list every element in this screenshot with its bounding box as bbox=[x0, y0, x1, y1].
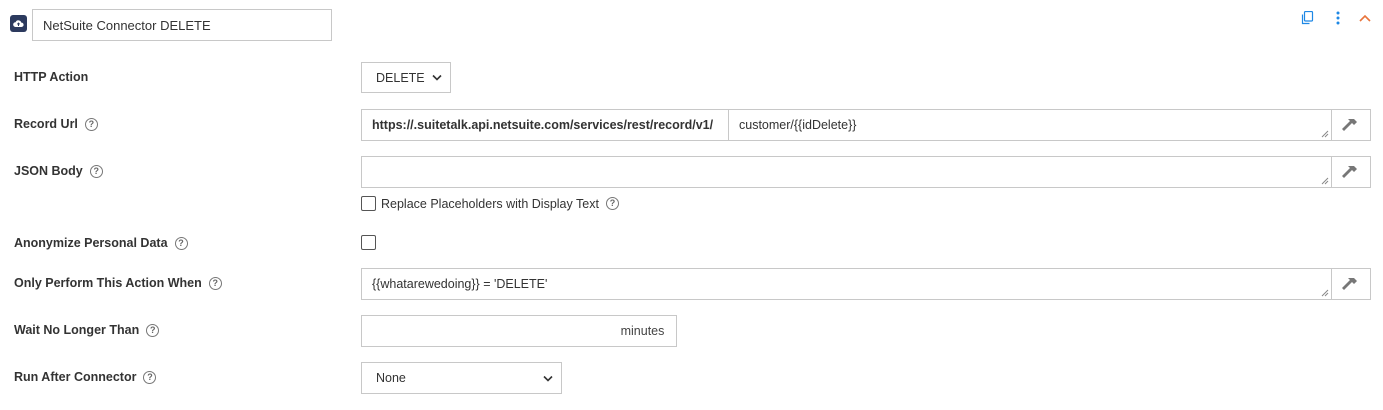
hammer-icon bbox=[1342, 278, 1357, 290]
placeholder-builder-button[interactable] bbox=[1332, 156, 1371, 188]
placeholder-builder-button[interactable] bbox=[1332, 109, 1371, 141]
hammer-icon bbox=[1342, 119, 1357, 131]
record-url-value: customer/{{idDelete}} bbox=[739, 118, 857, 132]
http-action-select[interactable]: DELETE bbox=[361, 62, 451, 93]
only-perform-input[interactable]: {{whatarewedoing}} = 'DELETE' bbox=[361, 268, 1332, 300]
anonymize-label-text: Anonymize Personal Data bbox=[14, 236, 168, 250]
record-url-label: Record Url ? bbox=[14, 115, 98, 133]
record-url-prefix: https://.suitetalk.api.netsuite.com/serv… bbox=[361, 109, 729, 141]
cloud-icon bbox=[10, 15, 27, 32]
record-url-prefix-text: https://.suitetalk.api.netsuite.com/serv… bbox=[372, 118, 714, 132]
help-icon[interactable]: ? bbox=[605, 197, 619, 210]
more-vertical-icon[interactable] bbox=[1330, 10, 1346, 26]
chevron-down-icon bbox=[432, 74, 442, 81]
chevron-down-icon bbox=[543, 375, 553, 382]
help-icon[interactable]: ? bbox=[174, 236, 188, 250]
anonymize-checkbox[interactable] bbox=[361, 235, 376, 250]
record-url-label-text: Record Url bbox=[14, 117, 78, 131]
copy-icon[interactable] bbox=[1299, 10, 1315, 26]
connector-name-input[interactable] bbox=[32, 9, 332, 41]
http-action-value: DELETE bbox=[376, 70, 425, 85]
replace-placeholders-label: Replace Placeholders with Display Text ? bbox=[381, 195, 619, 212]
help-icon[interactable]: ? bbox=[89, 164, 103, 178]
replace-placeholders-checkbox[interactable] bbox=[361, 196, 376, 211]
run-after-value: None bbox=[376, 371, 406, 385]
minutes-suffix: minutes bbox=[609, 315, 677, 347]
placeholder-builder-button[interactable] bbox=[1332, 268, 1371, 300]
help-icon[interactable]: ? bbox=[143, 370, 157, 384]
replace-placeholders-text: Replace Placeholders with Display Text bbox=[381, 196, 599, 211]
record-url-input[interactable]: customer/{{idDelete}} bbox=[728, 109, 1332, 141]
resize-grip-icon[interactable] bbox=[1321, 130, 1329, 138]
http-action-label: HTTP Action bbox=[14, 68, 88, 86]
run-after-select[interactable]: None bbox=[361, 362, 562, 394]
anonymize-label: Anonymize Personal Data ? bbox=[14, 234, 188, 252]
run-after-label: Run After Connector ? bbox=[14, 368, 157, 386]
only-perform-value: {{whatarewedoing}} = 'DELETE' bbox=[372, 277, 548, 291]
json-body-label: JSON Body ? bbox=[14, 162, 103, 180]
wait-label-text: Wait No Longer Than bbox=[14, 323, 140, 337]
wait-label: Wait No Longer Than ? bbox=[14, 321, 160, 339]
json-body-input[interactable] bbox=[361, 156, 1332, 188]
help-icon[interactable]: ? bbox=[146, 323, 160, 337]
json-body-label-text: JSON Body bbox=[14, 164, 83, 178]
resize-grip-icon[interactable] bbox=[1321, 289, 1329, 297]
chevron-up-icon[interactable] bbox=[1357, 10, 1373, 26]
run-after-label-text: Run After Connector bbox=[14, 370, 137, 384]
minutes-suffix-text: minutes bbox=[620, 324, 665, 338]
resize-grip-icon[interactable] bbox=[1321, 177, 1329, 185]
wait-minutes-input[interactable] bbox=[361, 315, 610, 347]
help-icon[interactable]: ? bbox=[84, 117, 98, 131]
only-perform-label: Only Perform This Action When ? bbox=[14, 274, 222, 292]
only-perform-label-text: Only Perform This Action When bbox=[14, 276, 202, 290]
help-icon[interactable]: ? bbox=[208, 276, 222, 290]
http-action-label-text: HTTP Action bbox=[14, 70, 89, 84]
hammer-icon bbox=[1342, 166, 1357, 178]
